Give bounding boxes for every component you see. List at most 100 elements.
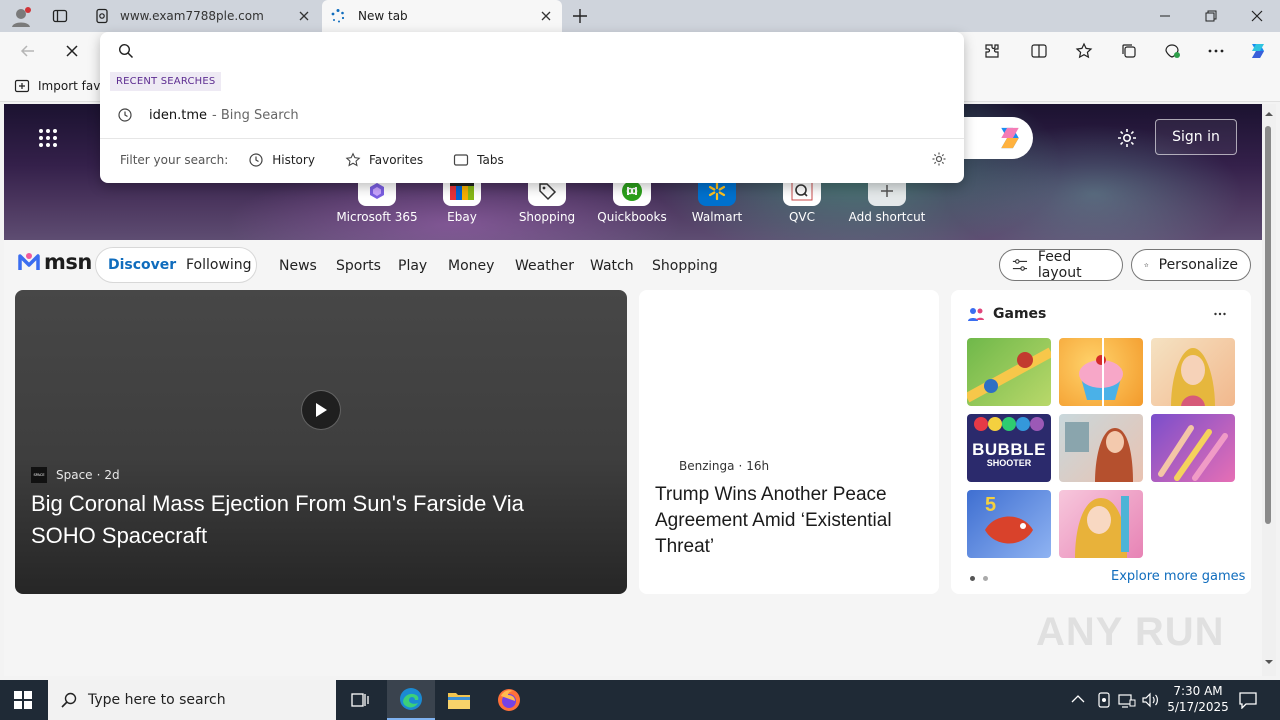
hero-video-card[interactable]: SPACE Space · 2d Big Coronal Mass Ejecti… xyxy=(15,290,627,594)
shortcut-qvc[interactable]: QVC xyxy=(760,176,844,224)
task-view-icon[interactable] xyxy=(350,690,370,710)
recent-search-item[interactable]: iden.tme - Bing Search xyxy=(100,100,964,130)
nav-money[interactable]: Money xyxy=(448,258,494,274)
play-button[interactable] xyxy=(301,390,341,430)
apps-launcher-icon[interactable] xyxy=(38,128,58,148)
import-icon xyxy=(14,79,30,93)
address-input[interactable] xyxy=(144,38,944,64)
copilot-icon[interactable] xyxy=(1246,39,1270,63)
filter-tabs[interactable]: Tabs xyxy=(453,152,504,168)
back-button[interactable] xyxy=(16,39,40,63)
carousel-dot-active[interactable] xyxy=(970,576,975,581)
game-tile[interactable]: 5 xyxy=(967,490,1051,558)
games-title: Games xyxy=(993,306,1047,322)
close-window-button[interactable] xyxy=(1234,0,1280,32)
hero-headline[interactable]: Big Coronal Mass Ejection From Sun's Far… xyxy=(31,488,591,552)
shortcut-walmart[interactable]: Walmart xyxy=(675,176,759,224)
show-hidden-icons[interactable] xyxy=(1071,694,1085,704)
shortcut-quickbooks[interactable]: Quickbooks xyxy=(590,176,674,224)
firefox-icon[interactable] xyxy=(497,688,521,712)
shortcut-ebay[interactable]: Ebay xyxy=(420,176,504,224)
new-tab-page: Sign in Microsoft 365 Ebay Shopping Quic… xyxy=(4,104,1262,676)
game-tile[interactable] xyxy=(967,338,1051,406)
extensions-icon[interactable] xyxy=(980,39,1004,63)
device-tray-icon[interactable] xyxy=(1096,691,1112,709)
bubble-shooter-title: BUBBLE xyxy=(972,440,1046,459)
nav-news[interactable]: News xyxy=(279,258,317,274)
game-tile[interactable] xyxy=(1059,414,1143,482)
restore-button[interactable] xyxy=(1188,0,1234,32)
settings-more-icon[interactable] xyxy=(1204,39,1228,63)
page-settings-icon[interactable] xyxy=(1116,127,1138,149)
nav-shopping[interactable]: Shopping xyxy=(652,258,718,274)
shortcut-microsoft-365[interactable]: Microsoft 365 xyxy=(335,176,419,224)
game-tile[interactable] xyxy=(1151,414,1235,482)
level-badge: 5 xyxy=(985,494,997,516)
file-explorer-icon[interactable] xyxy=(447,689,471,711)
page-icon xyxy=(96,8,108,24)
collections-icon[interactable] xyxy=(1117,39,1141,63)
game-tile[interactable]: BUBBLE SHOOTER xyxy=(967,414,1051,482)
close-icon[interactable] xyxy=(538,8,554,24)
newtab-spinner-icon xyxy=(331,9,345,23)
feed-layout-button[interactable]: Feed layout xyxy=(999,249,1123,281)
news-card[interactable]: Benzinga · 16h Trump Wins Another Peace … xyxy=(639,290,939,594)
sign-in-button[interactable]: Sign in xyxy=(1155,119,1237,155)
start-button[interactable] xyxy=(14,691,32,709)
story-source-row: Benzinga · 16h xyxy=(679,459,770,473)
quickbooks-icon xyxy=(622,181,642,201)
m365-icon xyxy=(370,183,384,199)
browser-essentials-icon[interactable] xyxy=(1160,39,1184,63)
tab-discover[interactable]: Discover xyxy=(108,257,176,273)
article-age: 16h xyxy=(746,459,770,473)
shortcut-add[interactable]: Add shortcut xyxy=(845,176,929,224)
explore-more-games-link[interactable]: Explore more games xyxy=(1111,569,1245,584)
more-options-icon[interactable] xyxy=(1213,307,1227,321)
game-tile[interactable] xyxy=(1059,490,1143,558)
nav-sports[interactable]: Sports xyxy=(336,258,381,274)
notifications-icon[interactable] xyxy=(1238,691,1258,709)
bubble-shooter-subtitle: SHOOTER xyxy=(986,458,1032,468)
history-icon xyxy=(249,153,263,167)
split-screen-icon[interactable] xyxy=(1027,39,1051,63)
stop-loading-button[interactable] xyxy=(60,39,84,63)
tab-new-tab[interactable]: New tab xyxy=(322,0,562,32)
story-headline[interactable]: Trump Wins Another Peace Agreement Amid … xyxy=(655,482,927,560)
favorites-star-icon[interactable] xyxy=(1072,39,1096,63)
search-icon xyxy=(61,692,77,708)
network-icon[interactable] xyxy=(1118,692,1136,708)
new-tab-button[interactable] xyxy=(570,6,590,26)
recent-searches-label: RECENT SEARCHES xyxy=(110,72,222,91)
tab-actions-icon[interactable] xyxy=(52,8,68,24)
import-favorites-link[interactable]: Import favo xyxy=(14,78,108,94)
nav-watch[interactable]: Watch xyxy=(590,258,634,274)
game-tile[interactable] xyxy=(1151,338,1235,406)
minimize-button[interactable] xyxy=(1142,0,1188,32)
shortcut-shopping[interactable]: Shopping xyxy=(505,176,589,224)
filter-history[interactable]: History xyxy=(248,152,315,168)
carousel-dot[interactable] xyxy=(983,576,988,581)
search-settings-icon[interactable] xyxy=(931,151,947,167)
taskbar-search-box[interactable]: Type here to search xyxy=(48,680,336,720)
personalize-button[interactable]: Personalize xyxy=(1131,249,1251,281)
edge-taskbar-icon[interactable] xyxy=(387,680,435,720)
nav-weather[interactable]: Weather xyxy=(515,258,574,274)
profile-avatar[interactable] xyxy=(10,6,32,28)
close-icon[interactable] xyxy=(296,8,312,24)
scrollbar-thumb[interactable] xyxy=(1265,126,1271,524)
clock-date: 5/17/2025 xyxy=(1167,700,1229,714)
clock[interactable]: 7:30 AM 5/17/2025 xyxy=(1160,683,1236,715)
copilot-icon xyxy=(1001,127,1019,149)
shopping-tag-icon xyxy=(539,183,557,201)
tab-exam7788ple[interactable]: www.exam7788ple.com xyxy=(86,0,320,32)
nav-play[interactable]: Play xyxy=(398,258,427,274)
game-tile[interactable] xyxy=(1059,338,1143,406)
msn-logo[interactable]: msn xyxy=(16,250,92,274)
volume-icon[interactable] xyxy=(1141,692,1159,708)
windows-taskbar: Type here to search 7:30 AM 5/17/2025 xyxy=(0,680,1280,720)
page-scrollbar[interactable] xyxy=(1262,104,1276,676)
filter-favorites[interactable]: Favorites xyxy=(345,152,423,168)
carousel-dots[interactable] xyxy=(970,576,988,581)
msn-butterfly-icon xyxy=(18,253,40,270)
tab-following[interactable]: Following xyxy=(186,257,252,273)
